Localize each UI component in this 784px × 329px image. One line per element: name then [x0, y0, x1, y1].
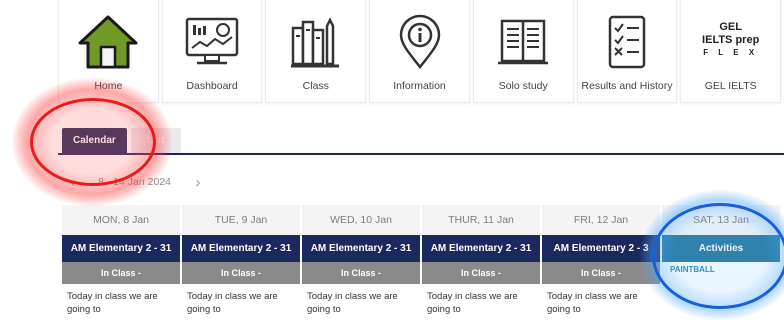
class-description: Today in class we are going to	[182, 284, 300, 316]
nav-results-history[interactable]: Results and History	[576, 0, 678, 103]
day-header: SAT, 13 Jan	[662, 205, 780, 235]
top-navigation: Home Dashboard Class Information Solo st…	[58, 0, 784, 106]
dashboard-icon	[180, 12, 244, 72]
class-title-button[interactable]: AM Elementary 2 - 31	[422, 235, 540, 262]
class-description: Today in class we are going to	[302, 284, 420, 316]
class-title-button[interactable]: AM Elementary 2 - 3	[542, 235, 660, 262]
gel-logo-line3: F L E X	[703, 48, 759, 57]
nav-class-label: Class	[302, 80, 329, 92]
view-tabs: Calendar List	[62, 128, 181, 153]
class-status: In Class -	[182, 262, 300, 284]
gel-logo-line2: IELTS prep	[702, 34, 760, 46]
nav-home[interactable]: Home	[58, 0, 159, 103]
nav-solo-study[interactable]: Solo study	[472, 0, 574, 103]
checklist-icon	[595, 12, 659, 72]
nav-information-label: Information	[393, 80, 446, 92]
books-icon	[284, 12, 348, 72]
nav-home-label: Home	[94, 80, 123, 92]
nav-information[interactable]: Information	[369, 0, 470, 103]
class-status: In Class -	[542, 262, 660, 284]
day-header: MON, 8 Jan	[62, 205, 180, 235]
home-icon	[76, 12, 140, 72]
info-pin-icon	[388, 12, 452, 72]
day-header: TUE, 9 Jan	[182, 205, 300, 235]
class-status: In Class -	[302, 262, 420, 284]
nav-dashboard[interactable]: Dashboard	[161, 0, 263, 103]
class-description: Today in class we are going to	[542, 284, 660, 316]
gel-ielts-logo: GEL IELTS prep F L E X	[699, 10, 763, 70]
chevron-right-icon[interactable]: ›	[187, 171, 209, 193]
day-column-thu: THUR, 11 Jan AM Elementary 2 - 31 In Cla…	[422, 205, 540, 316]
class-title-button[interactable]: AM Elementary 2 - 31	[182, 235, 300, 262]
class-title-button[interactable]: AM Elementary 2 - 31	[62, 235, 180, 262]
day-column-mon: MON, 8 Jan AM Elementary 2 - 31 In Class…	[62, 205, 180, 316]
day-column-fri: FRI, 12 Jan AM Elementary 2 - 3 In Class…	[542, 205, 660, 316]
class-status: In Class -	[62, 262, 180, 284]
nav-solo-study-label: Solo study	[498, 80, 548, 92]
nav-gel-label: GEL IELTS	[704, 80, 757, 92]
day-column-sat: SAT, 13 Jan Activities PAINTBALL	[662, 205, 780, 274]
chevron-left-icon[interactable]: ‹	[62, 171, 84, 193]
day-column-wed: WED, 10 Jan AM Elementary 2 - 31 In Clas…	[302, 205, 420, 316]
class-description: Today in class we are going to	[422, 284, 540, 316]
open-book-icon	[491, 12, 555, 72]
tab-divider	[58, 153, 784, 155]
nav-results-label: Results and History	[581, 80, 673, 92]
tab-list[interactable]: List	[130, 128, 181, 153]
week-range: 8 - 14 Jan 2024	[98, 176, 171, 188]
day-header: WED, 10 Jan	[302, 205, 420, 235]
day-header: THUR, 11 Jan	[422, 205, 540, 235]
day-column-tue: TUE, 9 Jan AM Elementary 2 - 31 In Class…	[182, 205, 300, 316]
activities-button[interactable]: Activities	[662, 235, 780, 262]
nav-class[interactable]: Class	[265, 0, 367, 103]
tab-calendar[interactable]: Calendar	[62, 128, 127, 153]
nav-gel-ielts[interactable]: GEL IELTS prep F L E X GEL IELTS	[680, 0, 782, 103]
nav-dashboard-label: Dashboard	[186, 80, 238, 92]
gel-logo-line1: GEL	[719, 21, 742, 33]
class-status: In Class -	[422, 262, 540, 284]
week-navigation: ‹ 8 - 14 Jan 2024 ›	[62, 171, 232, 193]
class-description: Today in class we are going to	[62, 284, 180, 316]
activity-item-link[interactable]: PAINTBALL	[662, 265, 780, 274]
day-header: FRI, 12 Jan	[542, 205, 660, 235]
class-title-button[interactable]: AM Elementary 2 - 31	[302, 235, 420, 262]
